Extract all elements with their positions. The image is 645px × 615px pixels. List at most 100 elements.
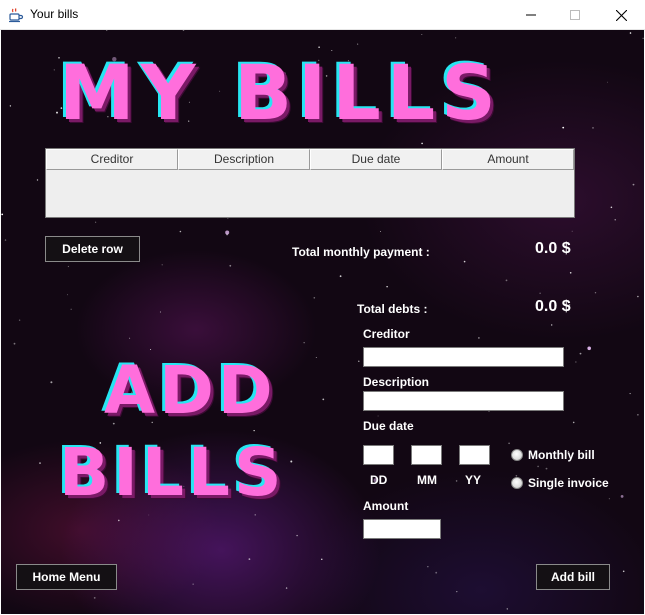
table-header: Creditor Description Due date Amount (46, 149, 574, 170)
star (539, 292, 541, 294)
star (56, 111, 58, 114)
star (571, 230, 573, 232)
star (622, 570, 625, 573)
maximize-icon (570, 10, 580, 20)
bills-panel: MY BILLS Creditor Description Due date A… (1, 30, 644, 614)
total-debts-label: Total debts : (357, 302, 428, 316)
star (285, 587, 288, 589)
star (607, 81, 608, 83)
due-year-field[interactable] (459, 445, 490, 465)
star (506, 608, 508, 610)
page-title: MY BILLS (59, 48, 502, 137)
star (1, 213, 4, 216)
monthly-bill-label: Monthly bill (528, 448, 595, 462)
star (118, 519, 120, 522)
star (182, 30, 185, 31)
star (537, 465, 539, 468)
star (93, 597, 96, 599)
creditor-field[interactable] (363, 347, 564, 367)
star (587, 346, 591, 351)
star (357, 43, 359, 45)
star (455, 37, 457, 39)
star (614, 219, 616, 221)
radio-button-icon[interactable] (511, 477, 523, 489)
add-bill-button[interactable]: Add bill (536, 564, 610, 590)
star (478, 337, 480, 339)
month-label: MM (417, 473, 437, 487)
close-icon (615, 9, 627, 21)
star (159, 311, 161, 313)
single-invoice-radio[interactable]: Single invoice (511, 476, 609, 490)
close-button[interactable] (598, 0, 644, 30)
day-label: DD (370, 473, 388, 487)
due-month-field[interactable] (411, 445, 442, 465)
star (315, 357, 317, 358)
star (562, 126, 565, 129)
star (608, 498, 610, 500)
star (106, 30, 108, 31)
star (421, 34, 423, 35)
minimize-button[interactable] (508, 0, 554, 30)
star (579, 352, 582, 355)
star (551, 324, 553, 326)
star (594, 292, 597, 294)
star (161, 264, 163, 266)
bills-table[interactable]: Creditor Description Due date Amount (45, 148, 575, 218)
star (358, 360, 360, 362)
radio-button-icon[interactable] (511, 449, 523, 461)
star (290, 460, 293, 463)
single-invoice-label: Single invoice (528, 476, 609, 490)
description-field[interactable] (363, 391, 564, 411)
star (505, 279, 508, 282)
delete-row-button[interactable]: Delete row (45, 236, 140, 262)
star (569, 272, 572, 274)
star (296, 534, 298, 537)
star (456, 591, 458, 593)
star (179, 230, 182, 233)
star (463, 260, 466, 263)
star (9, 105, 12, 107)
star (572, 421, 575, 424)
star (225, 230, 230, 235)
total-debts-value: 0.0 $ (535, 298, 571, 315)
star (313, 297, 316, 299)
maximize-button[interactable] (552, 0, 598, 30)
star (129, 337, 131, 339)
star (575, 361, 577, 363)
star (39, 462, 41, 464)
star (421, 142, 423, 145)
star (13, 342, 16, 345)
due-day-field[interactable] (363, 445, 394, 465)
star (4, 239, 7, 241)
column-header-description[interactable]: Description (178, 149, 310, 170)
monthly-payment-label: Total monthly payment : (292, 245, 430, 259)
star (386, 286, 388, 288)
star (322, 398, 325, 401)
title-bar: Your bills (0, 0, 645, 30)
star (592, 127, 594, 129)
star (620, 495, 624, 498)
amount-field[interactable] (363, 519, 441, 539)
column-header-creditor[interactable]: Creditor (46, 149, 178, 170)
star (50, 381, 53, 384)
star (36, 179, 39, 181)
star (253, 430, 255, 432)
star (67, 265, 69, 268)
star (610, 206, 613, 209)
star (632, 183, 635, 186)
star (629, 32, 632, 34)
column-header-due-date[interactable]: Due date (310, 149, 442, 170)
monthly-bill-radio[interactable]: Monthly bill (511, 448, 595, 462)
star (427, 566, 429, 568)
star (321, 558, 323, 560)
column-header-amount[interactable]: Amount (442, 149, 574, 170)
add-title-line2: BILLS (59, 434, 286, 511)
monthly-payment-value: 0.0 $ (535, 240, 571, 257)
star (67, 294, 68, 296)
star (545, 467, 548, 470)
star (229, 264, 232, 267)
star (95, 221, 97, 223)
home-menu-button[interactable]: Home Menu (16, 564, 117, 590)
star (248, 558, 251, 560)
star (53, 69, 55, 71)
